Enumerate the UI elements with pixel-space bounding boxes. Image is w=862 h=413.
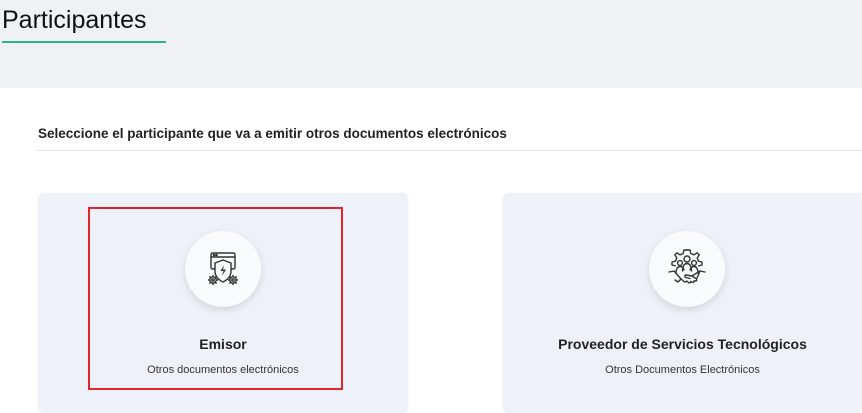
participant-title: Proveedor de Servicios Tecnológicos — [558, 336, 807, 352]
title-underline — [2, 41, 166, 43]
selection-highlight — [88, 207, 343, 390]
section-divider — [36, 150, 862, 151]
page-title: Participantes — [2, 6, 147, 34]
participant-subtitle: Otros Documentos Electrónicos — [605, 364, 760, 376]
participant-card-proveedor[interactable]: Proveedor de Servicios Tecnológicos Otro… — [503, 193, 862, 413]
page-header: Participantes — [0, 0, 862, 88]
instruction-text: Seleccione el participante que va a emit… — [38, 126, 507, 141]
handshake-gear-icon — [649, 231, 725, 307]
